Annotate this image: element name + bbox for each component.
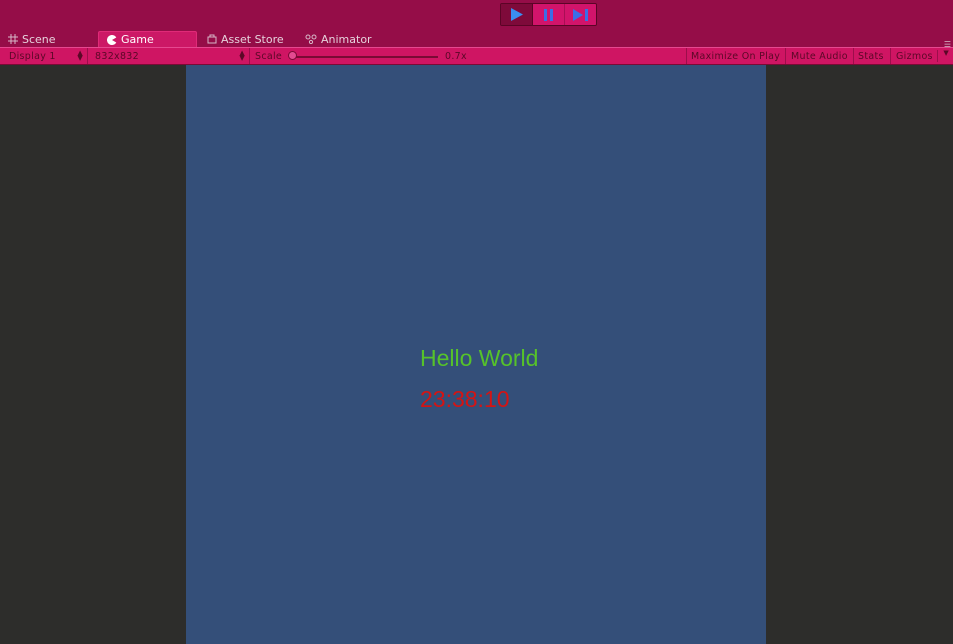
tab-scene[interactable]: Scene <box>8 31 56 47</box>
chevron-updown-icon: ▲ ▼ <box>77 49 83 62</box>
play-icon <box>510 8 523 21</box>
display-label: Display 1 <box>9 50 56 62</box>
resolution-dropdown[interactable]: 832x832 ▲ ▼ <box>88 48 250 64</box>
hello-world-text: Hello World <box>420 345 539 371</box>
store-icon <box>207 34 217 44</box>
stats-button[interactable]: Stats <box>854 48 891 64</box>
divider <box>937 50 938 62</box>
tab-label: Animator <box>321 32 372 46</box>
display-dropdown[interactable]: Display 1 ▲ ▼ <box>0 48 88 64</box>
clock-text: 23:38:10 <box>420 386 510 412</box>
scale-label: Scale <box>255 50 283 62</box>
tab-label: Game <box>121 33 154 46</box>
grid-icon <box>8 34 18 44</box>
pause-button[interactable] <box>533 4 565 25</box>
chevron-down-icon[interactable]: ▼ <box>943 49 949 57</box>
tab-label: Scene <box>22 32 56 46</box>
pacman-icon <box>107 34 117 45</box>
step-button[interactable] <box>565 4 596 25</box>
mute-audio-label: Mute Audio <box>791 50 848 62</box>
tab-bar: Scene Game Asset Store Animator ☰ <box>0 31 953 49</box>
maximize-on-play-button[interactable]: Maximize On Play <box>687 48 786 64</box>
gizmos-label: Gizmos <box>896 50 933 62</box>
scale-slider-track[interactable] <box>290 56 438 58</box>
tab-label: Asset Store <box>221 32 284 46</box>
animator-icon <box>305 34 317 44</box>
tab-game[interactable]: Game <box>98 31 197 47</box>
gizmos-dropdown[interactable]: Gizmos ▼ <box>891 48 953 64</box>
scale-value: 0.7x <box>445 50 467 62</box>
tab-animator[interactable]: Animator <box>305 31 372 47</box>
scale-slider-thumb[interactable] <box>288 51 297 60</box>
stats-label: Stats <box>858 50 884 62</box>
pause-icon <box>544 8 553 21</box>
editor-title-bar: Scene Game Asset Store Animator ☰ <box>0 0 953 49</box>
maximize-on-play-label: Maximize On Play <box>691 50 781 62</box>
chevron-updown-icon: ▲ ▼ <box>239 49 245 62</box>
play-button[interactable] <box>501 4 533 25</box>
game-toolbar: Display 1 ▲ ▼ 832x832 ▲ ▼ Scale 0.7x Maxim… <box>0 47 953 65</box>
mute-audio-button[interactable]: Mute Audio <box>786 48 854 64</box>
step-icon <box>572 8 588 21</box>
tab-asset-store[interactable]: Asset Store <box>207 31 284 47</box>
resolution-label: 832x832 <box>95 50 139 62</box>
play-controls <box>500 3 597 26</box>
